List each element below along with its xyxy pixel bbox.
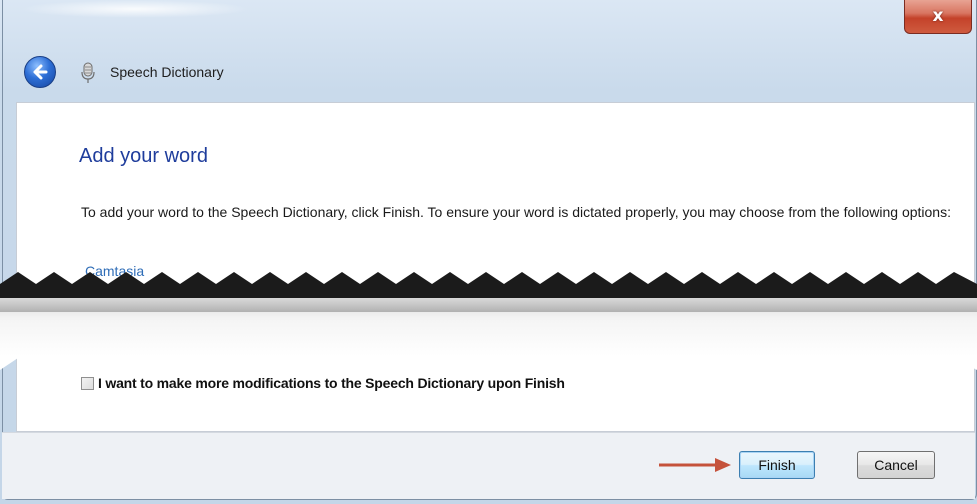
highlight-arrow-icon <box>659 458 731 472</box>
title-bar-glow <box>20 0 250 18</box>
microphone-icon <box>81 62 95 83</box>
instructions-text: To add your word to the Speech Dictionar… <box>81 204 951 220</box>
page-heading: Add your word <box>79 145 208 167</box>
back-button[interactable] <box>24 56 56 88</box>
torn-edge-effect <box>0 272 977 370</box>
navigation-bar: Speech Dictionary <box>2 46 975 100</box>
close-icon: x <box>932 6 944 26</box>
close-button[interactable]: x <box>904 0 972 34</box>
dialog-window: x Speech Dictionary Add your word To add… <box>0 0 977 504</box>
back-arrow-icon <box>33 64 48 80</box>
dialog-footer: Finish Cancel <box>2 432 975 499</box>
dialog-title: Speech Dictionary <box>110 64 224 80</box>
title-bar[interactable]: x <box>0 0 977 44</box>
cancel-button[interactable]: Cancel <box>857 451 935 479</box>
finish-button[interactable]: Finish <box>739 451 815 479</box>
